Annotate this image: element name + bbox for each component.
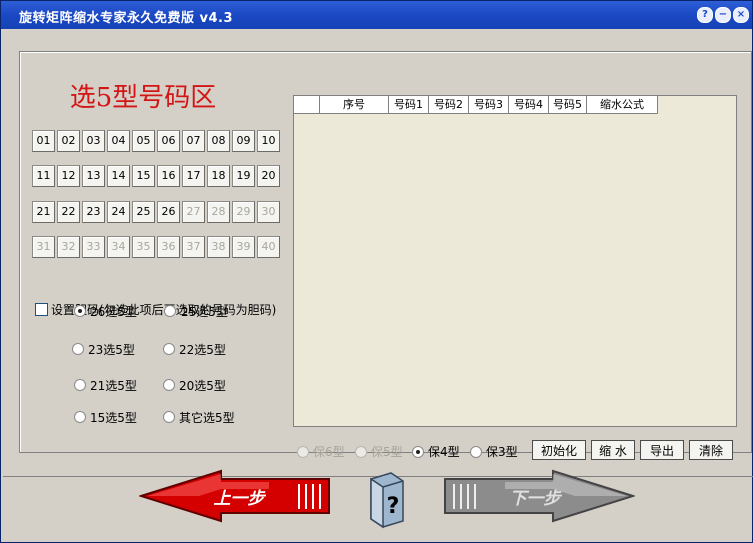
grid-column-header[interactable]: 序号	[320, 96, 389, 114]
number-button-28: 28	[207, 201, 230, 223]
grid-column-header[interactable]: 号码2	[429, 96, 469, 114]
number-button-20[interactable]: 20	[257, 165, 280, 187]
guarantee-radio-1	[355, 446, 367, 458]
number-button-01[interactable]: 01	[32, 130, 55, 152]
number-button-09[interactable]: 09	[232, 130, 255, 152]
type-radio-7[interactable]	[163, 411, 175, 423]
type-radio-label: 23选5型	[88, 343, 135, 357]
prev-step-button[interactable]: 上一步	[139, 469, 335, 523]
type-radio-5[interactable]	[163, 379, 175, 391]
grid-column-header[interactable]: 号码4	[509, 96, 549, 114]
number-button-14[interactable]: 14	[107, 165, 130, 187]
number-button-15[interactable]: 15	[132, 165, 155, 187]
number-button-13[interactable]: 13	[82, 165, 105, 187]
number-button-16[interactable]: 16	[157, 165, 180, 187]
number-button-18[interactable]: 18	[207, 165, 230, 187]
type-radio-label: 20选5型	[179, 379, 226, 393]
number-button-31: 31	[32, 236, 55, 258]
content-area: 选5型号码区 01 02 03 04 05 06 07 08 09 10 11 12 13 14 15 16 1…	[3, 29, 753, 542]
type-radio-label: 22选5型	[179, 343, 226, 357]
number-button-23[interactable]: 23	[82, 201, 105, 223]
number-button-22[interactable]: 22	[57, 201, 80, 223]
number-button-10[interactable]: 10	[257, 130, 280, 152]
number-button-07[interactable]: 07	[182, 130, 205, 152]
window-title: 旋转矩阵缩水专家永久免费版 v4.3	[19, 11, 234, 26]
number-button-17[interactable]: 17	[182, 165, 205, 187]
number-button-19[interactable]: 19	[232, 165, 255, 187]
number-button-06[interactable]: 06	[157, 130, 180, 152]
number-button-12[interactable]: 12	[57, 165, 80, 187]
type-radio-0[interactable]	[74, 305, 86, 317]
guarantee-radio-0	[297, 446, 309, 458]
guarantee-radio-label: 保3型	[486, 445, 518, 459]
grid-column-header[interactable]: 号码3	[469, 96, 509, 114]
type-radio-label: 其它选5型	[179, 411, 235, 425]
number-button-03[interactable]: 03	[82, 130, 105, 152]
type-radio-1[interactable]	[164, 305, 176, 317]
clear-button[interactable]: 清除	[689, 440, 733, 460]
close-button[interactable]: ×	[733, 7, 749, 23]
type-radio-4[interactable]	[74, 379, 86, 391]
results-grid[interactable]: 序号 号码1 号码2 号码3 号码4 号码5 缩水公式	[293, 95, 737, 427]
title-bar: 旋转矩阵缩水专家永久免费版 v4.3 ? − ×	[1, 1, 752, 29]
type-radio-label: 25选5型	[181, 305, 228, 319]
next-step-label: 下一步	[510, 489, 563, 509]
number-button-25[interactable]: 25	[132, 201, 155, 223]
grid-column-header[interactable]: 号码5	[549, 96, 587, 114]
number-button-11[interactable]: 11	[32, 165, 55, 187]
init-button[interactable]: 初始化	[532, 440, 586, 460]
number-button-21[interactable]: 21	[32, 201, 55, 223]
number-button-27: 27	[182, 201, 205, 223]
guarantee-radio-label: 保6型	[313, 445, 345, 459]
minimize-button[interactable]: −	[715, 7, 731, 23]
number-button-26[interactable]: 26	[157, 201, 180, 223]
number-button-33: 33	[82, 236, 105, 258]
type-radio-label: 21选5型	[90, 379, 137, 393]
area-title: 选5型号码区	[69, 83, 217, 113]
grid-column-header[interactable]: 缩水公式	[587, 96, 658, 114]
guarantee-radio-label: 保4型	[428, 445, 460, 459]
number-button-38: 38	[207, 236, 230, 258]
number-button-30: 30	[257, 201, 280, 223]
help-button[interactable]: ?	[697, 7, 713, 23]
guarantee-radio-3[interactable]	[470, 446, 482, 458]
number-button-37: 37	[182, 236, 205, 258]
type-radio-label: 15选5型	[90, 411, 137, 425]
guarantee-radio-label: 保5型	[371, 445, 403, 459]
number-button-08[interactable]: 08	[207, 130, 230, 152]
type-radio-2[interactable]	[72, 343, 84, 355]
number-button-29: 29	[232, 201, 255, 223]
number-button-36: 36	[157, 236, 180, 258]
guarantee-radio-2[interactable]	[412, 446, 424, 458]
shrink-button[interactable]: 缩 水	[591, 440, 635, 460]
grid-column-header[interactable]	[294, 96, 320, 114]
number-button-32: 32	[57, 236, 80, 258]
number-button-05[interactable]: 05	[132, 130, 155, 152]
number-button-35: 35	[132, 236, 155, 258]
main-window: 旋转矩阵缩水专家永久免费版 v4.3 ? − × 选5型号码区 01 02 03 04…	[0, 0, 753, 543]
number-button-40: 40	[257, 236, 280, 258]
help-book-icon[interactable]: ?	[361, 469, 411, 529]
number-button-39: 39	[232, 236, 255, 258]
svg-text:?: ?	[387, 494, 400, 519]
dan-checkbox[interactable]	[35, 303, 48, 316]
export-button[interactable]: 导出	[640, 440, 684, 460]
type-radio-6[interactable]	[74, 411, 86, 423]
type-radio-label: 26选5型	[90, 305, 137, 319]
number-button-02[interactable]: 02	[57, 130, 80, 152]
prev-step-label: 上一步	[214, 489, 267, 509]
type-radio-3[interactable]	[163, 343, 175, 355]
next-step-button[interactable]: 下一步	[439, 469, 635, 523]
number-button-04[interactable]: 04	[107, 130, 130, 152]
number-button-24[interactable]: 24	[107, 201, 130, 223]
grid-column-header[interactable]: 号码1	[389, 96, 429, 114]
number-button-34: 34	[107, 236, 130, 258]
